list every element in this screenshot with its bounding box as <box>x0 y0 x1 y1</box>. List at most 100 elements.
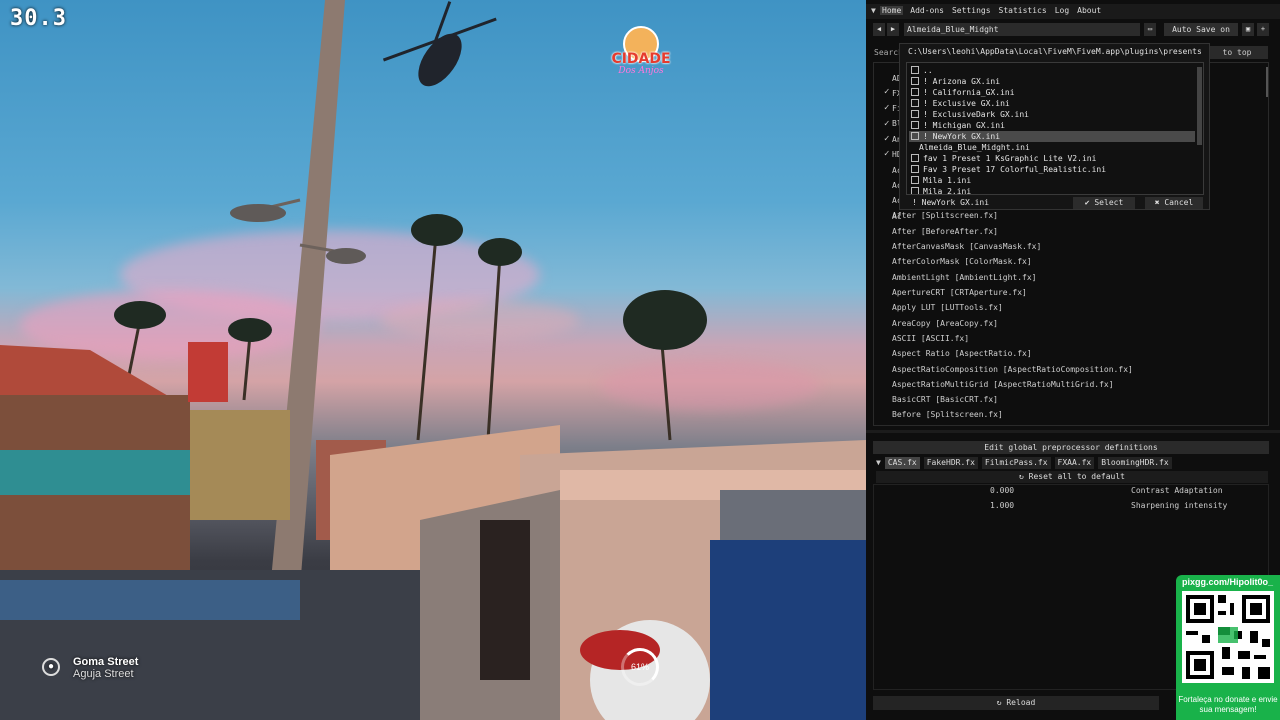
effect-item[interactable]: ApertureCRT [CRTAperture.fx] <box>892 288 1027 297</box>
tab-add-ons[interactable]: Add-ons <box>909 6 945 15</box>
file-name: .. <box>923 66 933 75</box>
dialog-path[interactable]: C:\Users\leohi\AppData\Local\FiveM\FiveM… <box>908 47 1202 58</box>
file-item[interactable]: Fav 3 Preset 17 Colorful_Realistic.ini <box>909 164 1195 175</box>
tab-cas[interactable]: CAS.fx <box>884 457 920 469</box>
tab-statistics[interactable]: Statistics <box>998 6 1048 15</box>
donation-qr-badge: pixgg.com/Hipolit0o_ Fortaleça no donate… <box>1176 575 1280 720</box>
menu-tabs: Home Add-ons Settings Statistics Log Abo… <box>880 6 1102 15</box>
server-logo: CIDADE Dos Anjos <box>606 26 676 78</box>
file-item[interactable]: ! Michigan GX.ini <box>909 120 1195 131</box>
effect-checkbox[interactable]: ✓ <box>884 87 889 97</box>
panel-divider[interactable] <box>866 430 1280 433</box>
file-list: .. ! Arizona GX.ini ! California_GX.ini … <box>906 62 1204 195</box>
file-name: ! Michigan GX.ini <box>923 121 1005 130</box>
donation-message: Fortaleça no donate e envie sua mensagem… <box>1178 695 1278 714</box>
tab-home[interactable]: Home <box>880 6 904 15</box>
tab-fakehdr[interactable]: FakeHDR.fx <box>923 457 978 469</box>
street-secondary: Aguja Street <box>73 668 134 680</box>
effect-item[interactable]: AspectRatioComposition [AspectRatioCompo… <box>892 365 1133 374</box>
folder-icon[interactable]: ▭ <box>1144 23 1156 36</box>
select-button[interactable]: ✔ Select <box>1073 197 1135 209</box>
file-item[interactable]: ! Exclusive GX.ini <box>909 98 1195 109</box>
tab-about[interactable]: About <box>1076 6 1102 15</box>
preset-name-field[interactable]: Almeida_Blue_Midght <box>904 23 1140 36</box>
palm-crowns <box>114 214 707 350</box>
tab-settings[interactable]: Settings <box>951 6 992 15</box>
effect-checkbox[interactable]: ✓ <box>884 119 889 129</box>
next-preset-button[interactable]: ▶ <box>887 23 899 36</box>
file-name: ! Exclusive GX.ini <box>923 99 1010 108</box>
parameter-label: Contrast Adaptation <box>1131 486 1223 495</box>
effect-item[interactable]: AfterColorMask [ColorMask.fx] <box>892 257 1032 266</box>
save-icon[interactable]: ▣ <box>1242 23 1254 36</box>
qr-code <box>1182 591 1274 683</box>
file-item[interactable]: Mila 2.ini <box>909 186 1195 194</box>
tab-log[interactable]: Log <box>1054 6 1070 15</box>
file-name: Almeida_Blue_Midght.ini <box>919 143 1030 152</box>
file-name: Fav 3 Preset 17 Colorful_Realistic.ini <box>923 165 1107 174</box>
effect-item[interactable]: AmbientLight [AmbientLight.fx] <box>892 273 1037 282</box>
effect-list-scrollbar[interactable] <box>1266 67 1268 97</box>
collapse-icon[interactable]: ▼ <box>876 457 881 469</box>
add-preset-icon[interactable]: + <box>1257 23 1269 36</box>
tab-bloominghdr[interactable]: BloomingHDR.fx <box>1098 457 1172 469</box>
sharpening-intensity-slider[interactable]: 1.000 <box>990 501 1014 510</box>
effect-item[interactable]: After [BeforeAfter.fx] <box>892 227 998 236</box>
effect-item[interactable]: After [Splitscreen.fx] <box>892 211 998 220</box>
file-icon <box>911 187 919 194</box>
file-icon <box>911 99 919 107</box>
file-icon <box>911 121 919 129</box>
file-name: fav 1 Preset 1 KsGraphic Lite V2.ini <box>923 154 1097 163</box>
previous-preset-button[interactable]: ◀ <box>873 23 885 36</box>
logo-subtitle: Dos Anjos <box>618 66 664 76</box>
effect-item[interactable]: ASCII [ASCII.fx] <box>892 334 969 343</box>
file-item[interactable]: ! ExclusiveDark GX.ini <box>909 109 1195 120</box>
reset-defaults-button[interactable]: ↻ Reset all to default <box>876 471 1268 483</box>
menu-bar: ▼ Home Add-ons Settings Statistics Log A… <box>866 4 1280 19</box>
file-icon <box>911 154 919 162</box>
tab-filmicpass[interactable]: FilmicPass.fx <box>981 457 1051 469</box>
selected-file-field[interactable]: ! NewYork GX.ini <box>912 198 989 207</box>
file-list-scrollbar[interactable] <box>1197 67 1202 145</box>
file-item[interactable]: .. <box>909 65 1195 76</box>
donation-handle: pixgg.com/Hipolit0o_ <box>1182 577 1274 587</box>
file-item[interactable]: Almeida_Blue_Midght.ini <box>909 142 1195 153</box>
effect-tabs: ▼ CAS.fx FakeHDR.fx FilmicPass.fx FXAA.f… <box>876 457 1172 469</box>
to-top-button[interactable]: to top <box>1206 46 1268 59</box>
collapse-icon[interactable]: ▼ <box>871 6 876 15</box>
file-icon <box>911 77 919 85</box>
effect-item[interactable]: BasicCRT [BasicCRT.fx] <box>892 395 998 404</box>
file-item[interactable]: Mila 1.ini <box>909 175 1195 186</box>
effect-checkbox[interactable]: ✓ <box>884 103 889 113</box>
file-item-selected[interactable]: ! NewYork GX.ini <box>909 131 1195 142</box>
file-item[interactable]: ! Arizona GX.ini <box>909 76 1195 87</box>
effect-item[interactable]: Before [Splitscreen.fx] <box>892 410 1003 419</box>
scene-art <box>0 0 866 720</box>
file-item[interactable]: ! California_GX.ini <box>909 87 1195 98</box>
reload-button[interactable]: ↻ Reload <box>873 696 1159 710</box>
file-icon <box>911 132 919 140</box>
effect-item[interactable]: AfterCanvasMask [CanvasMask.fx] <box>892 242 1041 251</box>
contrast-adaptation-slider[interactable]: 0.000 <box>990 486 1014 495</box>
file-name: ! Arizona GX.ini <box>923 77 1001 86</box>
palm-trunks <box>126 234 672 441</box>
file-item[interactable]: fav 1 Preset 1 KsGraphic Lite V2.ini <box>909 153 1195 164</box>
effect-item[interactable]: AspectRatioMultiGrid [AspectRatioMultiGr… <box>892 380 1114 389</box>
location-pin-icon: ● <box>42 658 60 676</box>
cancel-button[interactable]: ✖ Cancel <box>1145 197 1203 209</box>
auto-save-toggle[interactable]: Auto Save on <box>1164 23 1238 36</box>
parameter-label: Sharpening intensity <box>1131 501 1228 510</box>
effect-item[interactable]: Apply LUT [LUTTools.fx] <box>892 303 1003 312</box>
file-icon <box>911 165 919 173</box>
fps-counter: 30.3 <box>10 6 67 31</box>
street-primary: Goma Street <box>73 656 139 668</box>
preset-toolbar: ◀ ▶ Almeida_Blue_Midght ▭ Auto Save on ▣… <box>866 21 1280 39</box>
edit-preprocessor-button[interactable]: Edit global preprocessor definitions <box>873 441 1269 454</box>
tab-fxaa[interactable]: FXAA.fx <box>1054 457 1095 469</box>
effect-item[interactable]: AreaCopy [AreaCopy.fx] <box>892 319 998 328</box>
file-icon <box>911 176 919 184</box>
effect-item[interactable]: Aspect Ratio [AspectRatio.fx] <box>892 349 1032 358</box>
file-name: ! NewYork GX.ini <box>923 132 1001 141</box>
effect-checkbox[interactable]: ✓ <box>884 134 889 144</box>
effect-checkbox[interactable]: ✓ <box>884 149 889 159</box>
